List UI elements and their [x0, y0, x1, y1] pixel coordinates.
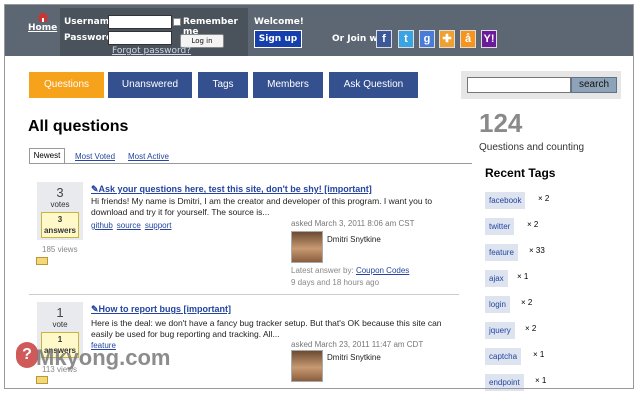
tag-endpoint[interactable]: endpoint	[485, 374, 524, 391]
row-divider	[29, 294, 459, 295]
mail-icon[interactable]	[36, 257, 48, 265]
top-bar: Home Username Remember me Password Log i…	[4, 4, 634, 56]
remember-checkbox[interactable]	[173, 18, 181, 26]
question-title-link[interactable]: ✎Ask your questions here, test this site…	[91, 184, 372, 195]
search-input[interactable]	[467, 77, 571, 93]
login-form: Username Remember me Password Log in For…	[60, 8, 248, 56]
signup-button[interactable]: Sign up	[254, 30, 302, 48]
twitter-icon[interactable]: t	[398, 30, 414, 48]
tab-ask-question[interactable]: Ask Question	[329, 72, 418, 98]
tag-login[interactable]: login	[485, 296, 510, 313]
mkyong-logo-icon: ?	[16, 342, 38, 368]
asked-timestamp: asked March 3, 2011 8:06 am CST	[291, 219, 415, 228]
aol-icon[interactable]: ✚	[439, 30, 455, 48]
tag-count: × 2	[538, 194, 550, 203]
pin-icon: ✎	[91, 184, 99, 194]
page-title: All questions	[28, 118, 129, 135]
tab-most-active[interactable]: Most Active	[128, 152, 169, 161]
asked-timestamp: asked March 23, 2011 11:47 am CDT	[291, 340, 424, 349]
search-box: search	[461, 71, 621, 99]
answer-count-badge: 3 answers	[41, 212, 79, 238]
vote-label: vote	[52, 320, 68, 329]
home-label: Home	[28, 23, 58, 33]
tag-link[interactable]: support	[145, 221, 172, 230]
tag-count: × 2	[521, 298, 533, 307]
username-input[interactable]	[108, 15, 172, 29]
forgot-password-link[interactable]: Forgot password?	[112, 46, 191, 56]
tab-unanswered[interactable]: Unanswered	[108, 72, 192, 98]
tag-count: × 1	[535, 376, 547, 385]
vote-count: 3	[56, 185, 64, 200]
tag-link[interactable]: source	[117, 221, 141, 230]
tag-count: × 1	[517, 272, 529, 281]
vote-label: votes	[50, 200, 70, 209]
view-count: 185 views	[42, 245, 78, 254]
mail-icon[interactable]	[36, 376, 48, 384]
tag-feature[interactable]: feature	[485, 244, 518, 261]
tab-members[interactable]: Members	[253, 72, 323, 98]
tag-jquery[interactable]: jquery	[485, 322, 515, 339]
tab-newest[interactable]: Newest	[29, 148, 65, 164]
question-excerpt: Here is the deal: we don't have a fancy …	[91, 318, 442, 339]
question-stats: 3 votes 3 answers	[37, 182, 83, 240]
home-icon	[36, 12, 49, 22]
openid-icon[interactable]: å	[460, 30, 476, 48]
answer-count: 1	[57, 335, 63, 344]
tag-facebook[interactable]: facebook	[485, 192, 526, 209]
tag-count: × 2	[527, 220, 539, 229]
question-count: 124	[479, 108, 523, 138]
yahoo-icon[interactable]: Y!	[481, 30, 497, 48]
tab-tags[interactable]: Tags	[198, 72, 248, 98]
tag-captcha[interactable]: captcha	[485, 348, 522, 365]
avatar[interactable]	[291, 231, 323, 263]
tag-count: × 2	[525, 324, 537, 333]
tag-ajax[interactable]: ajax	[485, 270, 508, 287]
vote-count: 1	[56, 305, 64, 320]
answer-count: 3	[57, 215, 63, 224]
question-count-label: Questions and counting	[479, 142, 585, 153]
password-label: Password	[64, 33, 113, 43]
home-link[interactable]: Home	[28, 12, 57, 33]
tab-questions[interactable]: Questions	[29, 72, 104, 98]
avatar[interactable]	[291, 350, 323, 382]
google-icon[interactable]: g	[419, 30, 435, 48]
question-excerpt: Hi friends! My name is Dmitri, I am the …	[91, 196, 433, 217]
welcome-text: Welcome!	[254, 17, 304, 27]
latest-answer: Latest answer by: Coupon Codes	[291, 266, 410, 275]
tag-count: × 33	[529, 246, 545, 255]
latest-answer-author-link[interactable]: Coupon Codes	[356, 266, 409, 275]
answer-label: answers	[43, 226, 77, 235]
question-tags: github source support	[91, 221, 176, 230]
facebook-icon[interactable]: f	[376, 30, 392, 48]
watermark: Mkyong.com	[36, 345, 171, 370]
author-name[interactable]: Dmitri Snytkine	[327, 353, 381, 362]
pin-icon: ✎	[91, 304, 99, 314]
subtab-divider	[29, 163, 472, 164]
recent-tags-title: Recent Tags	[485, 166, 556, 180]
tag-link[interactable]: github	[91, 221, 113, 230]
tab-most-voted[interactable]: Most Voted	[75, 152, 115, 161]
latest-answer-time: 9 days and 18 hours ago	[291, 278, 380, 287]
tag-twitter[interactable]: twitter	[485, 218, 515, 235]
search-button[interactable]: search	[571, 77, 617, 93]
question-title-link[interactable]: ✎How to report bugs [important]	[91, 304, 231, 315]
password-input[interactable]	[108, 31, 172, 45]
tag-count: × 1	[533, 350, 545, 359]
author-name[interactable]: Dmitri Snytkine	[327, 235, 381, 244]
